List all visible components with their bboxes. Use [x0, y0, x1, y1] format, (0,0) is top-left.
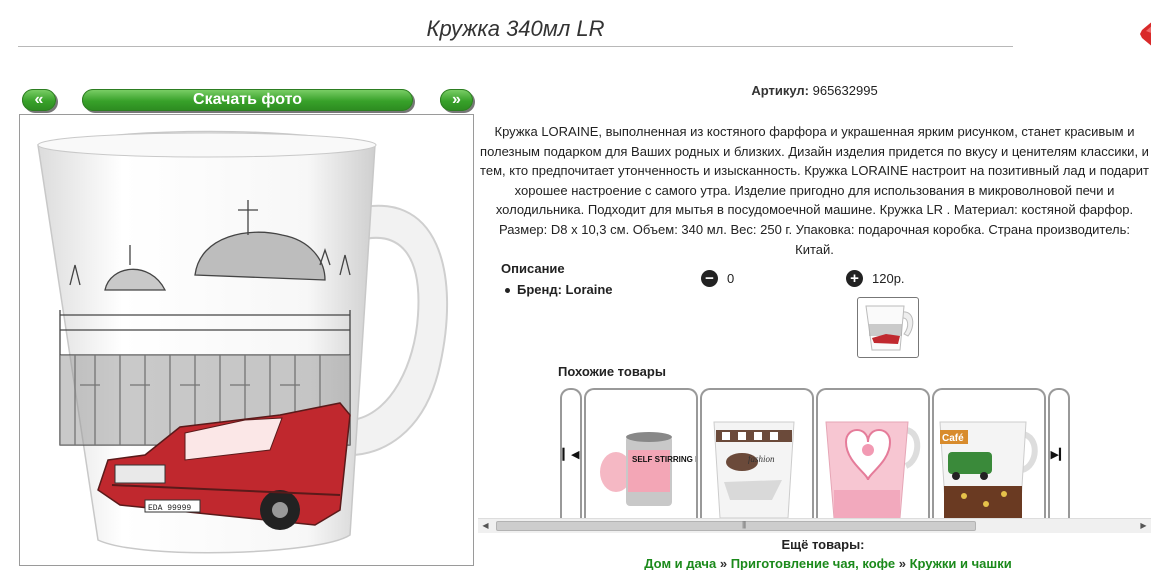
fashion-mug-image: fashion [713, 421, 795, 518]
similar-item[interactable]: SELF STIRRING MUG [584, 388, 698, 518]
minus-circle-icon[interactable]: − [701, 270, 718, 287]
crumb-mugs-cups[interactable]: Кружки и чашки [910, 556, 1012, 570]
similar-item[interactable]: fashion [700, 388, 814, 518]
scrollbar-thumb[interactable]: ||| [496, 520, 976, 531]
scroll-right-icon[interactable]: ▶ [1136, 519, 1151, 533]
mug-thumbnail-image [865, 305, 914, 351]
bullet-icon [505, 288, 510, 294]
title-divider [18, 46, 1013, 47]
price-value: 120р. [872, 271, 905, 286]
brand-item: Бренд: Loraine [505, 282, 613, 297]
article-value: 965632995 [812, 83, 878, 98]
download-photo-button[interactable]: Скачать фото [82, 89, 413, 111]
vote-plus: + 120р. [846, 270, 905, 287]
grip-icon: ||| [742, 520, 746, 529]
description-heading: Описание [501, 261, 565, 276]
vote-minus: − 0 [701, 270, 734, 287]
cafe-mug-image: Café [939, 421, 1038, 518]
article-line: Артикул: 965632995 [478, 83, 1151, 98]
scroll-left-icon[interactable]: ◀ [478, 519, 493, 533]
self-stirring-mug-image: SELF STIRRING MUG [600, 432, 696, 506]
product-description: Кружка LORAINE, выполненная из костяного… [480, 124, 1149, 257]
prev-photo-button[interactable]: « [22, 89, 56, 111]
similar-item[interactable]: Café [932, 388, 1046, 518]
crumb-separator: » [898, 556, 906, 570]
next-photo-button[interactable]: » [440, 89, 473, 111]
similar-products-heading: Похожие товары [558, 364, 666, 379]
mug-text-1: SELF STIRRING MUG [632, 455, 696, 464]
svg-text:EDA 99999: EDA 99999 [148, 504, 191, 513]
mug-text-3: Café [942, 433, 964, 444]
article-label: Артикул: [751, 83, 809, 98]
mug-image: EDA 99999 [37, 130, 449, 554]
carousel-prev-button[interactable]: ▎◀ [560, 388, 582, 518]
heart-mug-image [825, 421, 921, 518]
crumb-home-garden[interactable]: Дом и дача [644, 556, 716, 570]
carousel-next-button[interactable]: ▶▎ [1048, 388, 1070, 518]
category-breadcrumb: Дом и дача » Приготовление чая, кофе » К… [478, 556, 1151, 570]
skip-back-icon: ▎◀ [562, 448, 580, 461]
similar-item[interactable] [816, 388, 930, 518]
brand-label: Бренд: Loraine [517, 282, 613, 297]
minus-value: 0 [727, 271, 735, 286]
skip-forward-icon: ▶▎ [1050, 448, 1068, 461]
product-photo[interactable]: EDA 99999 [19, 114, 474, 566]
more-products-heading: Ещё товары: [781, 537, 865, 552]
page-title: Кружка 340мл LR [426, 16, 605, 41]
crumb-tea-coffee[interactable]: Приготовление чая, кофе [731, 556, 895, 570]
photo-thumbnail[interactable] [857, 297, 919, 358]
red-arrow-icon[interactable] [1140, 20, 1151, 48]
plus-circle-icon[interactable]: + [846, 270, 863, 287]
crumb-separator: » [719, 556, 728, 570]
horizontal-scrollbar[interactable]: ◀ ||| ▶ [478, 518, 1151, 533]
similar-carousel: ▎◀ SELF STIRRING MUG fashion [560, 388, 1072, 518]
mug-text-2: fashion [748, 454, 775, 464]
